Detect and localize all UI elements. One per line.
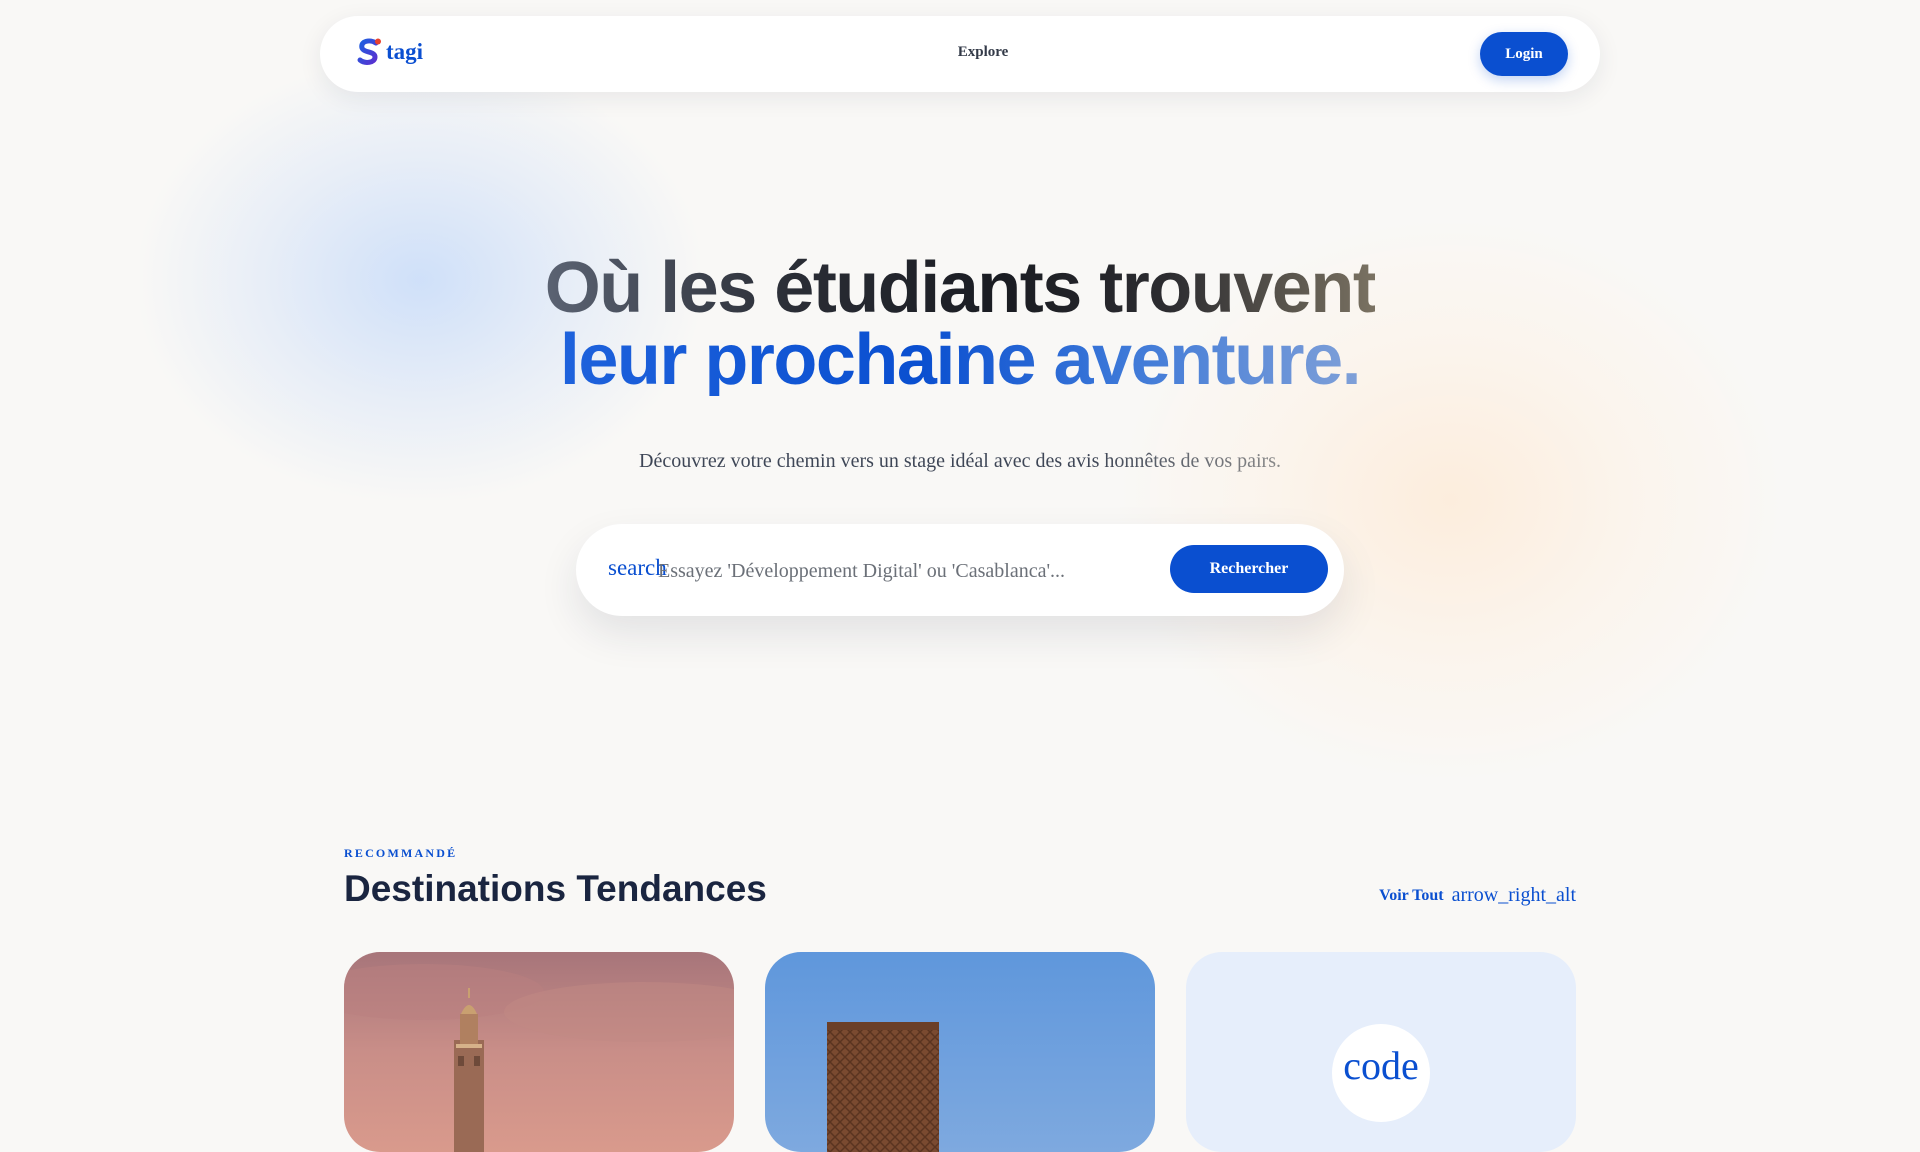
search-bar: search Rechercher (576, 524, 1344, 616)
code-icon-badge: code (1332, 1024, 1430, 1122)
hero-subtitle-text: Découvrez votre chemin vers un stage idé… (639, 450, 1281, 472)
search-button[interactable]: Rechercher (1170, 545, 1328, 593)
hero-subtitle: Découvrez votre chemin vers un stage idé… (0, 450, 1920, 473)
login-button[interactable]: Login (1480, 32, 1568, 76)
search-input[interactable] (656, 548, 1130, 594)
hero-headline-line-2: leur prochaine aventure. (559, 320, 1362, 400)
destination-card-1[interactable] (344, 952, 734, 1152)
section-eyebrow: RECOMMANDÉ (344, 846, 458, 860)
minaret-sunset-image (344, 952, 734, 1152)
destination-card-2[interactable] (765, 952, 1155, 1152)
see-all-link[interactable]: Voir Tout arrow_right_alt (1379, 884, 1576, 907)
code-icon: code (1343, 1043, 1419, 1088)
logo-text: tagi (386, 39, 424, 64)
logo-s-icon (357, 38, 381, 65)
top-navbar: tagi Explore Login (320, 16, 1600, 92)
section-title: Destinations Tendances (344, 868, 767, 909)
brand-logo[interactable]: tagi (356, 38, 423, 66)
see-all-label: Voir Tout (1379, 886, 1444, 904)
destination-card-3[interactable]: code (1186, 952, 1576, 1152)
hero-headline: Où les étudiants trouvent leur prochaine… (0, 252, 1920, 396)
hassan-tower-image (765, 952, 1155, 1152)
hero-headline-line-1: Où les étudiants trouvent (544, 248, 1377, 328)
arrow-right-icon: arrow_right_alt (1451, 884, 1576, 906)
nav-link-explore[interactable]: Explore (923, 44, 1043, 61)
